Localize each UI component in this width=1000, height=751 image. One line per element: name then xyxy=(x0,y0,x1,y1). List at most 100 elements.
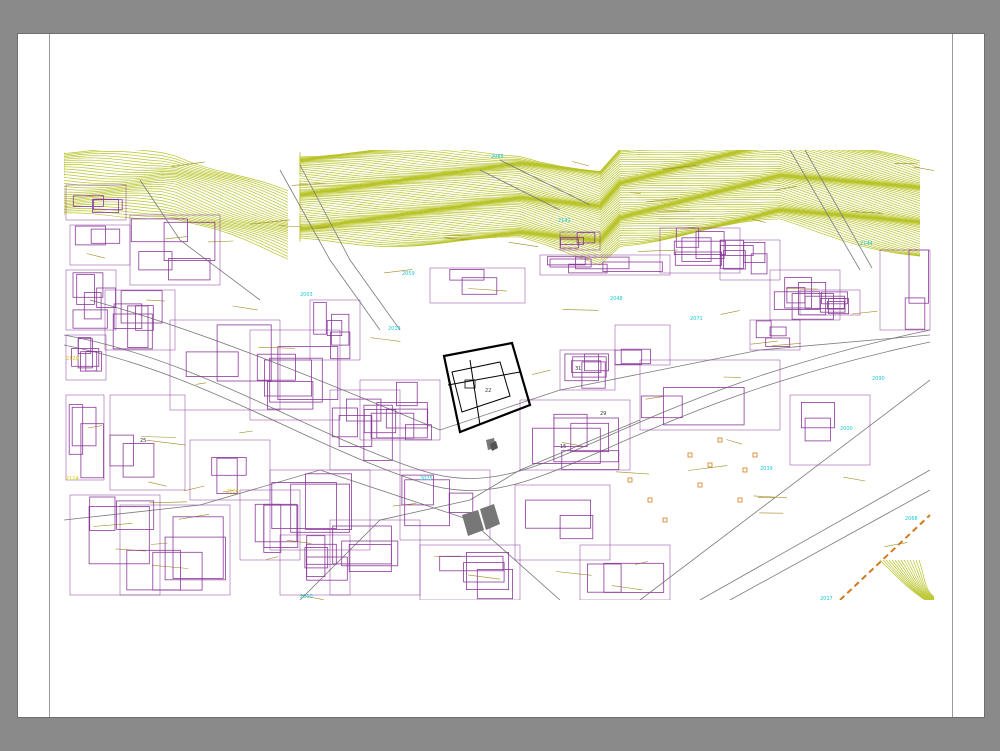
city-block xyxy=(65,394,105,481)
city-block xyxy=(109,394,186,491)
building-footprint xyxy=(547,256,586,266)
building-footprint xyxy=(266,381,314,410)
building-footprint xyxy=(71,406,97,447)
label-street-f: 2090 xyxy=(872,376,885,382)
building-footprint xyxy=(404,479,451,527)
city-block xyxy=(329,519,421,596)
label-east-b: 2068 xyxy=(905,516,918,522)
building-footprint xyxy=(83,292,102,320)
parcel-line xyxy=(772,343,801,346)
building-footprint xyxy=(304,547,329,569)
label-west-b: 2114 xyxy=(66,476,79,482)
contour-line xyxy=(897,559,932,600)
label-west-c: 2106 xyxy=(226,489,239,495)
tree-marker xyxy=(752,452,758,458)
parcel-line xyxy=(555,571,592,576)
label-street-c: 2048 xyxy=(610,296,623,302)
building-footprint xyxy=(216,324,272,382)
parcel-line xyxy=(149,501,188,504)
building-footprint xyxy=(602,261,663,273)
building-footprint xyxy=(908,249,929,304)
building-footprint xyxy=(614,349,643,365)
building-footprint xyxy=(476,569,513,600)
building-footprint xyxy=(80,423,104,479)
tree-marker xyxy=(742,467,748,473)
building-footprint xyxy=(773,291,821,310)
label-south-a: 2031 xyxy=(545,602,558,608)
building-footprint xyxy=(439,555,504,572)
building-footprint xyxy=(525,499,591,529)
label-street-e: 2039 xyxy=(760,466,773,472)
city-block xyxy=(579,544,671,600)
building-footprint xyxy=(271,482,337,530)
building-footprint xyxy=(570,422,609,453)
parcel-line xyxy=(687,465,728,471)
parcel-line xyxy=(726,439,742,445)
label-block-c: 31 xyxy=(575,366,581,372)
building-footprint xyxy=(723,250,746,270)
building-footprint xyxy=(620,348,651,365)
parcel-line xyxy=(467,574,501,580)
label-south-c: 2010 xyxy=(300,594,313,600)
building-footprint xyxy=(164,536,226,581)
parcel-line xyxy=(86,253,105,259)
parcel-line xyxy=(720,310,740,315)
city-block xyxy=(614,324,671,366)
parcel-line xyxy=(446,234,472,237)
parcel-line xyxy=(266,556,279,560)
building-footprint xyxy=(305,473,353,530)
parcel-line xyxy=(151,565,189,569)
city-block xyxy=(559,349,616,391)
tree-marker xyxy=(697,482,703,488)
label-south-b: 2017 xyxy=(820,596,833,602)
drawing-viewport[interactable]: 2085 2141 2059 2003 2013 2048 2071 2039 2090 2025… xyxy=(0,0,1000,751)
parcel-line xyxy=(645,396,663,400)
label-street-d: 2071 xyxy=(690,316,703,322)
label-east-a: 2144 xyxy=(860,241,873,247)
parcel-line xyxy=(562,309,599,311)
label-site: 22 xyxy=(485,388,491,394)
city-block xyxy=(429,267,526,304)
tree-marker xyxy=(687,452,693,458)
building-footprint xyxy=(561,450,620,471)
site-hatching xyxy=(462,438,500,536)
building-footprint xyxy=(290,483,350,533)
tree-marker xyxy=(737,497,743,503)
label-block-a: 25 xyxy=(140,438,146,444)
building-footprint xyxy=(72,272,104,298)
building-footprint xyxy=(801,401,835,429)
building-footprint xyxy=(306,535,326,578)
building-footprint xyxy=(449,268,485,281)
parcel-line xyxy=(146,439,186,446)
building-footprint xyxy=(804,417,831,442)
building-footprint xyxy=(112,313,153,350)
label-top-center: 2085 xyxy=(491,154,504,160)
building-footprints xyxy=(65,184,931,600)
label-park-b: 2059 xyxy=(402,271,415,277)
building-footprint xyxy=(168,258,211,281)
parcel-line xyxy=(87,425,103,429)
parcel-line xyxy=(208,240,234,243)
parcel-line xyxy=(232,305,259,311)
contour-line xyxy=(299,150,921,176)
parcel-line xyxy=(170,161,205,167)
label-park-a: 2141 xyxy=(558,218,571,224)
label-river: 2000 xyxy=(840,426,853,432)
parcel-line xyxy=(195,382,207,385)
city-block xyxy=(419,544,521,600)
building-footprint xyxy=(331,407,358,438)
tree-marker xyxy=(627,477,633,483)
site-plan-drawing[interactable]: 2085 2141 2059 2003 2013 2048 2071 2039 2090 2025… xyxy=(0,0,1000,751)
city-block xyxy=(719,239,781,281)
building-footprint xyxy=(122,443,155,478)
parcel-line xyxy=(92,523,133,527)
parcel-line xyxy=(615,471,650,475)
parcel-line xyxy=(843,476,866,482)
parcel-line xyxy=(611,585,643,591)
label-square: 2025 xyxy=(420,476,433,482)
building-footprint xyxy=(88,506,150,565)
building-footprint xyxy=(769,326,787,337)
building-footprint xyxy=(396,381,418,407)
tree-marker xyxy=(647,497,653,503)
city-block xyxy=(639,359,781,431)
